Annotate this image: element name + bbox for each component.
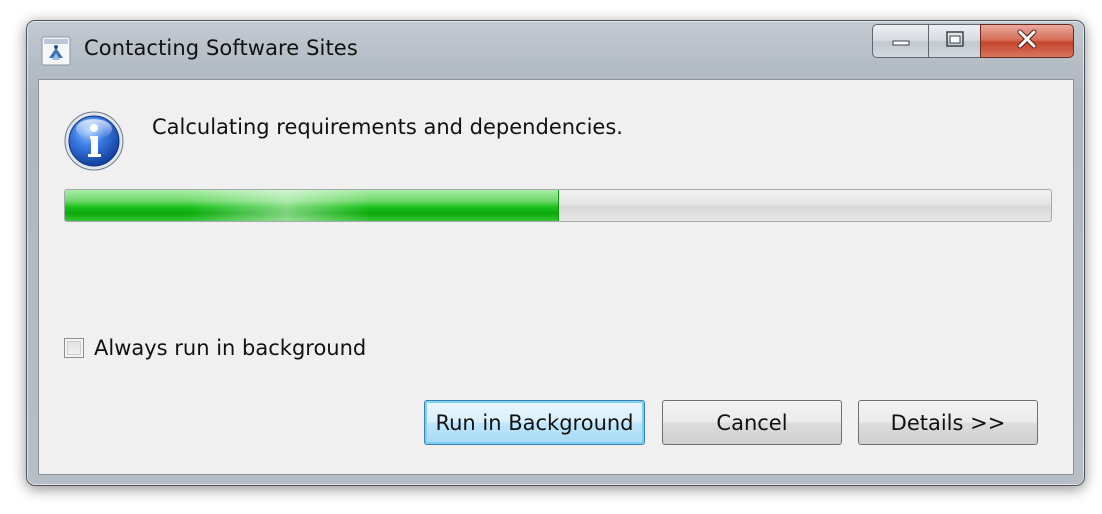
minimize-button[interactable] [872,24,928,58]
details-button[interactable]: Details >> [858,400,1038,445]
progress-bar [64,189,1052,222]
maximize-icon [945,30,965,52]
close-button[interactable] [980,24,1074,58]
dialog-content: Calculating requirements and dependencie… [38,79,1074,475]
checkbox-label: Always run in background [94,336,367,360]
dialog-window: Contacting Software Sites Calculating re… [26,20,1085,486]
run-in-background-button[interactable]: Run in Background [424,400,645,445]
window-title: Contacting Software Sites [84,36,358,60]
minimize-icon [890,32,912,51]
info-icon [63,110,125,172]
status-message: Calculating requirements and dependencie… [152,115,623,139]
title-bar[interactable]: Contacting Software Sites [27,21,1084,79]
always-run-in-background-checkbox[interactable] [64,338,84,358]
cancel-button[interactable]: Cancel [662,400,842,445]
maximize-button[interactable] [928,24,980,58]
caption-buttons [872,24,1074,58]
app-icon [41,36,71,66]
always-run-in-background-option[interactable]: Always run in background [64,336,366,360]
progress-bar-fill [65,190,559,221]
close-icon [1016,29,1038,53]
